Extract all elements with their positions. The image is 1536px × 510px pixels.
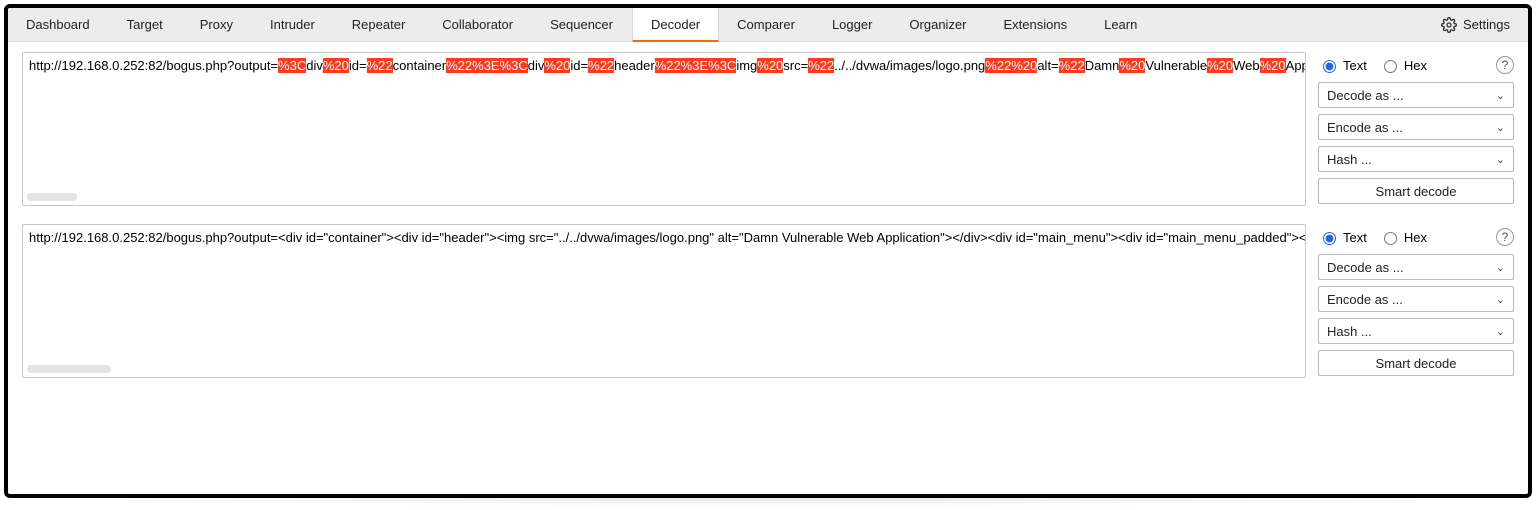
combo-label: Decode as ...: [1327, 260, 1404, 275]
encoded-token: %20: [544, 58, 570, 73]
decode-as-select-2[interactable]: Decode as ... ⌄: [1318, 254, 1514, 280]
plain-token: img: [736, 58, 757, 73]
radio-hex-1[interactable]: Hex: [1379, 57, 1427, 73]
radio-hex-label: Hex: [1404, 230, 1427, 245]
decoder-panel-2: http://192.168.0.252:82/bogus.php?output…: [22, 224, 1514, 378]
plain-token: Vulnerable: [1145, 58, 1207, 73]
encoded-token: %22%3E%3C: [446, 58, 528, 73]
encoded-token: %22%3E%3C: [655, 58, 737, 73]
plain-token: Damn: [1085, 58, 1120, 73]
tab-extensions[interactable]: Extensions: [986, 8, 1087, 41]
tab-comparer[interactable]: Comparer: [719, 8, 814, 41]
scrollbar-thumb[interactable]: [27, 193, 77, 201]
radio-text-1[interactable]: Text: [1318, 57, 1367, 73]
radio-text-label: Text: [1343, 230, 1367, 245]
tab-intruder[interactable]: Intruder: [252, 8, 334, 41]
radio-hex-2[interactable]: Hex: [1379, 229, 1427, 245]
hash-select-2[interactable]: Hash ... ⌄: [1318, 318, 1514, 344]
combo-label: Decode as ...: [1327, 88, 1404, 103]
tab-bar: DashboardTargetProxyIntruderRepeaterColl…: [8, 8, 1528, 42]
chevron-down-icon: ⌄: [1496, 89, 1505, 102]
chevron-down-icon: ⌄: [1496, 293, 1505, 306]
tab-sequencer[interactable]: Sequencer: [532, 8, 632, 41]
encode-as-select-1[interactable]: Encode as ... ⌄: [1318, 114, 1514, 140]
decoded-text: http://192.168.0.252:82/bogus.php?output…: [29, 230, 1306, 245]
tab-target[interactable]: Target: [109, 8, 182, 41]
combo-label: Hash ...: [1327, 152, 1372, 167]
plain-token: id=: [349, 58, 367, 73]
plain-token: div: [528, 58, 545, 73]
encoded-token: %20: [1207, 58, 1233, 73]
chevron-down-icon: ⌄: [1496, 325, 1505, 338]
settings-button[interactable]: Settings: [1433, 8, 1518, 41]
smart-decode-button-1[interactable]: Smart decode: [1318, 178, 1514, 204]
encoded-token: %22%20: [985, 58, 1037, 73]
encoded-token: %22: [588, 58, 614, 73]
combo-label: Hash ...: [1327, 324, 1372, 339]
decoder-panel-1: http://192.168.0.252:82/bogus.php?output…: [22, 52, 1514, 206]
plain-token: Web: [1233, 58, 1260, 73]
tab-dashboard[interactable]: Dashboard: [8, 8, 109, 41]
help-icon[interactable]: ?: [1496, 228, 1514, 246]
chevron-down-icon: ⌄: [1496, 153, 1505, 166]
help-icon[interactable]: ?: [1496, 56, 1514, 74]
plain-token: Application: [1286, 58, 1306, 73]
settings-label: Settings: [1463, 17, 1510, 32]
encoded-token: %20: [323, 58, 349, 73]
encoded-token: %20: [1119, 58, 1145, 73]
encoded-token: %3C: [278, 58, 306, 73]
encoded-token: %20: [757, 58, 783, 73]
decoder-output-2[interactable]: http://192.168.0.252:82/bogus.php?output…: [22, 224, 1306, 378]
scrollbar-thumb[interactable]: [27, 365, 111, 373]
tab-collaborator[interactable]: Collaborator: [424, 8, 532, 41]
combo-label: Encode as ...: [1327, 292, 1403, 307]
plain-token: ../../dvwa/images/logo.png: [834, 58, 985, 73]
smart-decode-button-2[interactable]: Smart decode: [1318, 350, 1514, 376]
encoded-token: %22: [808, 58, 834, 73]
url-prefix: http://192.168.0.252:82/bogus.php?output…: [29, 58, 278, 73]
radio-text-2[interactable]: Text: [1318, 229, 1367, 245]
decoder-input-1[interactable]: http://192.168.0.252:82/bogus.php?output…: [22, 52, 1306, 206]
encoded-token: %22: [367, 58, 393, 73]
plain-token: div: [306, 58, 323, 73]
hash-select-1[interactable]: Hash ... ⌄: [1318, 146, 1514, 172]
radio-hex-label: Hex: [1404, 58, 1427, 73]
tab-organizer[interactable]: Organizer: [891, 8, 985, 41]
decode-as-select-1[interactable]: Decode as ... ⌄: [1318, 82, 1514, 108]
plain-token: header: [614, 58, 654, 73]
radio-text-label: Text: [1343, 58, 1367, 73]
plain-token: src=: [783, 58, 808, 73]
encoded-token: %20: [1260, 58, 1286, 73]
chevron-down-icon: ⌄: [1496, 121, 1505, 134]
decoder-controls-1: Text Hex ? Decode as ... ⌄ Encode as ... ⌄…: [1318, 52, 1514, 206]
button-label: Smart decode: [1376, 356, 1457, 371]
tab-repeater[interactable]: Repeater: [334, 8, 424, 41]
plain-token: alt=: [1037, 58, 1058, 73]
decoder-controls-2: Text Hex ? Decode as ... ⌄ Encode as ... ⌄…: [1318, 224, 1514, 378]
tab-decoder[interactable]: Decoder: [632, 8, 719, 42]
plain-token: id=: [570, 58, 588, 73]
chevron-down-icon: ⌄: [1496, 261, 1505, 274]
tab-learn[interactable]: Learn: [1086, 8, 1156, 41]
gear-icon: [1441, 17, 1457, 33]
encoded-token: %22: [1059, 58, 1085, 73]
encode-as-select-2[interactable]: Encode as ... ⌄: [1318, 286, 1514, 312]
combo-label: Encode as ...: [1327, 120, 1403, 135]
plain-token: container: [393, 58, 446, 73]
button-label: Smart decode: [1376, 184, 1457, 199]
tab-logger[interactable]: Logger: [814, 8, 891, 41]
tab-proxy[interactable]: Proxy: [182, 8, 252, 41]
